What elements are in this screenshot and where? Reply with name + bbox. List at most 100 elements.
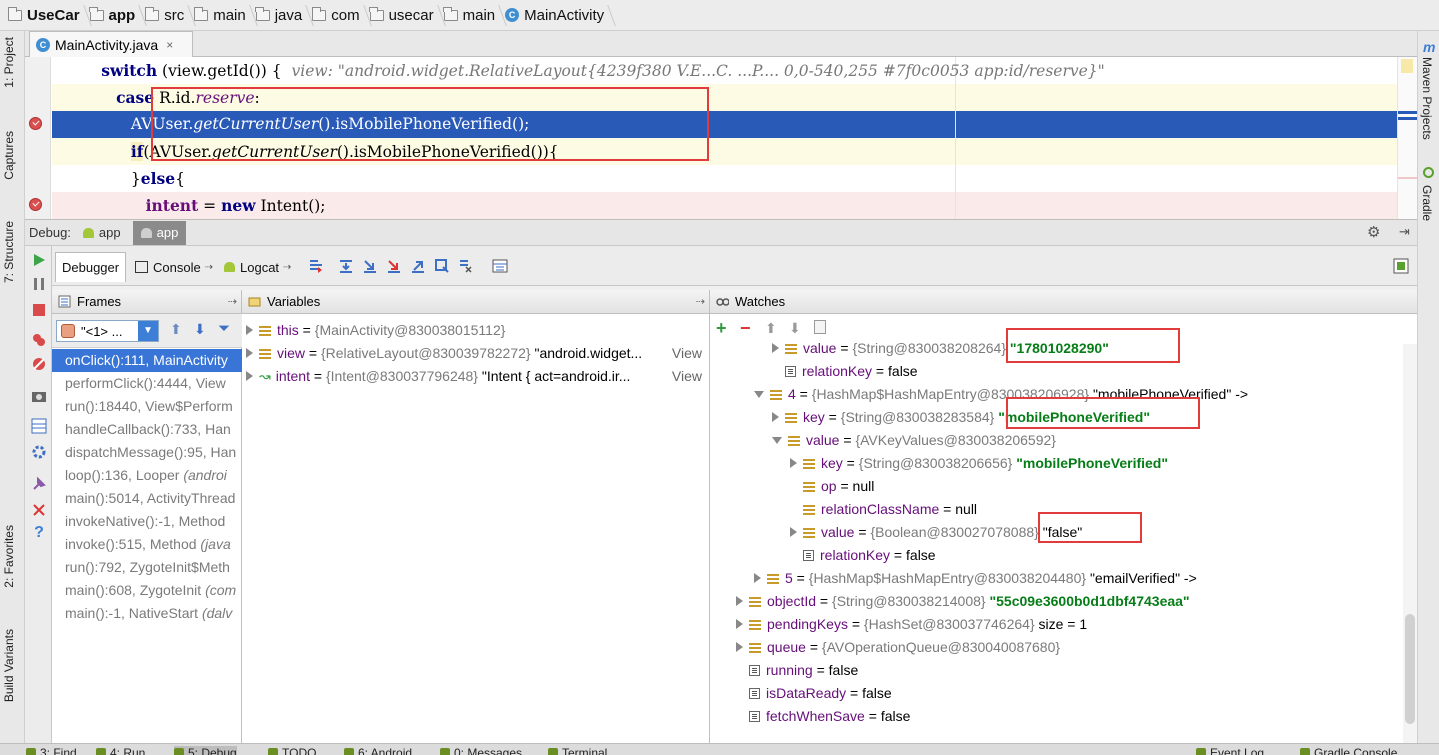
frame-item[interactable]: main():5014, ActivityThread bbox=[52, 487, 242, 510]
help-icon[interactable]: ? bbox=[31, 524, 47, 541]
variable-row[interactable]: ↝ intent = {Intent@830037796248} "Intent … bbox=[246, 365, 706, 388]
bottom-tool-tab[interactable]: 5: Debug bbox=[174, 746, 237, 755]
watch-row[interactable]: queue = {AVOperationQueue@830040087680} bbox=[736, 636, 1060, 659]
frame-item[interactable]: handleCallback():733, Han bbox=[52, 418, 242, 441]
frame-item[interactable]: main():608, ZygoteInit (com bbox=[52, 579, 242, 602]
hide-panel-icon[interactable]: ⇥ bbox=[1399, 224, 1410, 240]
bottom-tool-tab[interactable]: 4: Run bbox=[96, 746, 145, 755]
expand-arrow-icon[interactable] bbox=[246, 325, 253, 335]
watch-row[interactable]: value = {String@830038208264} "178010282… bbox=[772, 337, 1109, 360]
expand-arrow-icon[interactable] bbox=[736, 642, 743, 652]
bottom-tool-tab[interactable]: 0: Messages bbox=[440, 746, 522, 755]
bottom-tool-tab[interactable]: 3: Find bbox=[26, 746, 77, 755]
captures-tool-tab[interactable]: Captures bbox=[2, 131, 16, 180]
expand-arrow-icon[interactable] bbox=[772, 412, 779, 422]
show-execution-point-icon[interactable] bbox=[308, 258, 324, 274]
expand-arrow-icon[interactable] bbox=[246, 348, 253, 358]
thread-dropdown[interactable]: "<1> ... ▼ bbox=[56, 320, 159, 342]
breadcrumb-item[interactable]: main bbox=[190, 0, 252, 31]
bottom-tool-tab[interactable]: Event Log bbox=[1196, 746, 1264, 755]
stop-icon[interactable] bbox=[31, 302, 47, 318]
breadcrumb-item[interactable]: app bbox=[86, 0, 142, 31]
frame-item[interactable]: run():18440, View$Perform bbox=[52, 395, 242, 418]
drop-frame-icon[interactable] bbox=[434, 258, 450, 274]
frame-item[interactable]: performClick():4444, View bbox=[52, 372, 242, 395]
close-debug-icon[interactable] bbox=[31, 502, 47, 518]
variable-row[interactable]: this = {MainActivity@830038015112} bbox=[246, 319, 706, 342]
watch-row[interactable]: key = {String@830038283584} "mobilePhone… bbox=[772, 406, 1150, 429]
breadcrumb-item[interactable]: main bbox=[440, 0, 502, 31]
tab-logcat[interactable]: Logcat ⇢ bbox=[218, 252, 297, 282]
watch-row[interactable]: fetchWhenSave = false bbox=[736, 705, 910, 728]
resume-program-icon[interactable] bbox=[31, 252, 47, 268]
watch-row[interactable]: relationKey = false bbox=[772, 360, 918, 383]
copy-icon[interactable] bbox=[814, 320, 826, 334]
breakpoint-icon[interactable] bbox=[29, 198, 42, 211]
expand-arrow-icon[interactable] bbox=[246, 371, 253, 381]
tab-console[interactable]: Console ⇢ bbox=[129, 252, 219, 282]
chevron-down-icon[interactable]: ▼ bbox=[138, 321, 158, 341]
frame-item[interactable]: onClick():111, MainActivity bbox=[52, 349, 242, 372]
pin-icon[interactable]: ⇢ bbox=[228, 295, 237, 308]
force-step-into-icon[interactable] bbox=[386, 258, 402, 274]
breadcrumb-item[interactable]: java bbox=[252, 0, 309, 31]
view-link[interactable]: View bbox=[672, 342, 702, 365]
breadcrumb-item[interactable]: UseCar bbox=[4, 0, 86, 31]
watch-row[interactable]: value = {AVKeyValues@830038206592} bbox=[772, 429, 1056, 452]
step-into-icon[interactable] bbox=[362, 258, 378, 274]
remove-watch-icon[interactable]: − bbox=[740, 318, 751, 339]
camera-icon[interactable] bbox=[31, 388, 47, 404]
step-out-icon[interactable] bbox=[410, 258, 426, 274]
settings-icon[interactable] bbox=[31, 444, 47, 460]
expand-arrow-icon[interactable] bbox=[790, 527, 797, 537]
watch-row[interactable]: relationClassName = null bbox=[790, 498, 977, 521]
evaluate-expression-icon[interactable] bbox=[492, 258, 508, 274]
collapse-arrow-icon[interactable] bbox=[754, 391, 764, 398]
view-link[interactable]: View bbox=[672, 365, 702, 388]
breakpoint-icon[interactable] bbox=[29, 117, 42, 130]
frame-item[interactable]: loop():136, Looper (androi bbox=[52, 464, 242, 487]
variable-row[interactable]: view = {RelativeLayout@830039782272} "an… bbox=[246, 342, 706, 365]
frame-item[interactable]: invoke():515, Method (java bbox=[52, 533, 242, 556]
structure-tool-tab[interactable]: 7: Structure bbox=[2, 221, 16, 283]
watch-row[interactable]: key = {String@830038206656} "mobilePhone… bbox=[790, 452, 1168, 475]
pin-tab-icon[interactable] bbox=[31, 476, 47, 492]
watch-row[interactable]: pendingKeys = {HashSet@830037746264} siz… bbox=[736, 613, 1087, 636]
breadcrumb-item[interactable]: src bbox=[141, 0, 190, 31]
scrollbar-thumb[interactable] bbox=[1405, 614, 1415, 724]
run-to-cursor-icon[interactable] bbox=[458, 258, 474, 274]
step-over-icon[interactable] bbox=[338, 258, 354, 274]
expand-arrow-icon[interactable] bbox=[736, 619, 743, 629]
frame-item[interactable]: invokeNative():-1, Method bbox=[52, 510, 242, 533]
move-up-icon[interactable]: ⬆ bbox=[765, 320, 777, 337]
mute-breakpoints-icon[interactable] bbox=[31, 356, 47, 372]
bottom-tool-tab[interactable]: Gradle Console bbox=[1300, 746, 1397, 755]
layout-icon[interactable] bbox=[31, 418, 47, 434]
filter-icon[interactable]: ⏷ bbox=[218, 320, 230, 337]
pin-icon[interactable]: ⇢ bbox=[696, 295, 705, 308]
project-tool-tab[interactable]: 1: Project bbox=[2, 37, 16, 88]
watch-row[interactable]: relationKey = false bbox=[790, 544, 936, 567]
view-breakpoints-icon[interactable] bbox=[31, 332, 47, 348]
watch-row[interactable]: objectId = {String@830038214008} "55c09e… bbox=[736, 590, 1190, 613]
watch-row[interactable]: value = {Boolean@830027078088} "false" bbox=[790, 521, 1082, 544]
watch-row[interactable]: isDataReady = false bbox=[736, 682, 892, 705]
maven-projects-tool-tab[interactable]: Maven Projects bbox=[1420, 57, 1434, 140]
expand-arrow-icon[interactable] bbox=[736, 596, 743, 606]
breadcrumb-item[interactable]: usecar bbox=[366, 0, 440, 31]
expand-arrow-icon[interactable] bbox=[754, 573, 761, 583]
breadcrumb-item[interactable]: com bbox=[308, 0, 365, 31]
expand-arrow-icon[interactable] bbox=[790, 458, 797, 468]
watch-row[interactable]: op = null bbox=[790, 475, 874, 498]
file-tab-mainactivity[interactable]: C MainActivity.java × bbox=[29, 31, 193, 57]
editor-gutter[interactable] bbox=[25, 57, 51, 219]
frame-item[interactable]: main():-1, NativeStart (dalv bbox=[52, 602, 242, 625]
frame-item[interactable]: dispatchMessage():95, Han bbox=[52, 441, 242, 464]
restore-layout-icon[interactable] bbox=[1393, 258, 1409, 274]
watch-row[interactable]: running = false bbox=[736, 659, 858, 682]
tab-debugger[interactable]: Debugger bbox=[55, 252, 127, 282]
pause-program-icon[interactable] bbox=[31, 276, 47, 292]
close-icon[interactable]: × bbox=[166, 38, 173, 52]
bottom-tool-tab[interactable]: TODO bbox=[268, 746, 316, 755]
breadcrumb-item[interactable]: C MainActivity bbox=[501, 0, 610, 31]
